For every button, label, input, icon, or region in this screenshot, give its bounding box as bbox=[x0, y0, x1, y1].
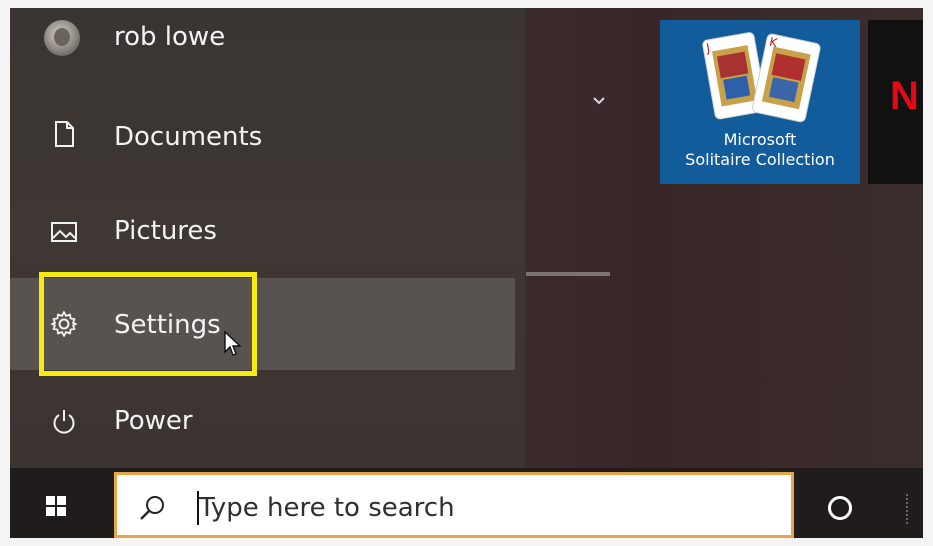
taskbar: Type here to search bbox=[10, 468, 923, 538]
pictures-icon bbox=[51, 222, 77, 242]
documents-item[interactable]: Documents bbox=[10, 88, 525, 178]
start-menu-screen: rob lowe Documents Pictures Settings Pow… bbox=[10, 8, 923, 538]
power-item[interactable]: Power bbox=[10, 374, 525, 464]
power-label: Power bbox=[114, 406, 193, 436]
pictures-label: Pictures bbox=[114, 216, 217, 246]
playing-cards-icon: J K bbox=[702, 32, 821, 123]
windows-start-icon[interactable] bbox=[30, 488, 80, 528]
search-icon bbox=[140, 496, 164, 520]
netflix-logo-text: N bbox=[890, 74, 919, 118]
start-menu-left-pane: rob lowe Documents Pictures Settings Pow… bbox=[10, 8, 525, 468]
documents-label: Documents bbox=[114, 122, 263, 152]
power-icon bbox=[53, 410, 75, 434]
netflix-tile[interactable]: N bbox=[868, 20, 923, 184]
solitaire-tile-label: Microsoft Solitaire Collection bbox=[660, 130, 860, 170]
document-icon bbox=[55, 121, 74, 147]
avatar bbox=[44, 20, 80, 56]
settings-highlight-box bbox=[39, 272, 257, 376]
user-name: rob lowe bbox=[114, 22, 226, 52]
cortana-circle-icon[interactable] bbox=[828, 496, 852, 520]
solitaire-tile[interactable]: J K Microsoft Solitaire Collection bbox=[660, 20, 860, 184]
solitaire-label-line1: Microsoft bbox=[723, 130, 797, 149]
search-input[interactable]: Type here to search bbox=[199, 493, 455, 523]
taskbar-separator bbox=[906, 494, 910, 524]
user-account-item[interactable]: rob lowe bbox=[10, 8, 525, 78]
group-divider bbox=[526, 272, 610, 276]
chevron-down-icon[interactable] bbox=[592, 96, 606, 106]
taskbar-search-box[interactable]: Type here to search bbox=[114, 472, 794, 538]
solitaire-label-line2: Solitaire Collection bbox=[685, 150, 835, 169]
mouse-cursor-icon bbox=[224, 330, 242, 356]
pictures-item[interactable]: Pictures bbox=[10, 184, 525, 274]
